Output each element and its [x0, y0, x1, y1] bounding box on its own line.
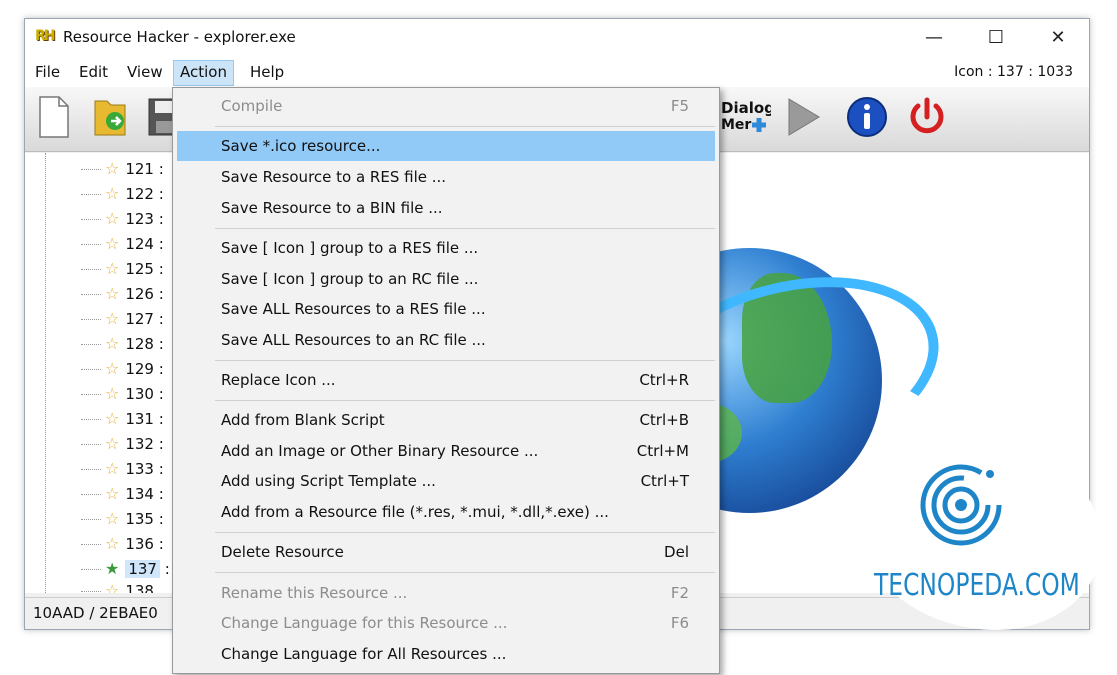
tree-item[interactable]: ☆ 129 :: [81, 357, 164, 381]
menu-item-save-group-res[interactable]: Save [ Icon ] group to a RES file ...: [177, 233, 715, 263]
star-icon: ☆: [105, 159, 120, 178]
star-icon: ☆: [105, 184, 120, 203]
watermark: TECNOPEDA.COM: [860, 440, 1100, 630]
menu-view[interactable]: View: [121, 60, 169, 84]
star-icon: ☆: [105, 359, 120, 378]
menu-item-rename[interactable]: Rename this Resource ... F2: [177, 578, 715, 608]
menu-separator: [215, 228, 715, 229]
tree-item[interactable]: ☆ 122 :: [81, 182, 164, 206]
maximize-button[interactable]: ☐: [965, 19, 1027, 57]
tree-item[interactable]: ☆ 123 :: [81, 207, 164, 231]
tree-item[interactable]: ☆ 132 :: [81, 432, 164, 456]
tree-item[interactable]: ☆ 130 :: [81, 382, 164, 406]
menu-item-replace-icon[interactable]: Replace Icon ... Ctrl+R: [177, 365, 715, 395]
star-icon: ★: [105, 559, 120, 578]
tree-item[interactable]: ☆ 127 :: [81, 307, 164, 331]
tree-item[interactable]: ☆ 131 :: [81, 407, 164, 431]
star-icon: ☆: [105, 209, 120, 228]
watermark-text: TECNOPEDA.COM: [874, 568, 1080, 603]
menu-item-add-template[interactable]: Add using Script Template ... Ctrl+T: [177, 466, 715, 496]
menu-help[interactable]: Help: [244, 60, 290, 84]
star-icon: ☆: [105, 234, 120, 253]
minimize-button[interactable]: —: [903, 19, 965, 57]
close-button[interactable]: ✕: [1027, 19, 1089, 57]
menu-item-change-language[interactable]: Change Language for this Resource ... F6: [177, 608, 715, 638]
open-icon[interactable]: [91, 95, 135, 141]
menu-item-compile[interactable]: Compile F5: [177, 91, 715, 121]
tree-item[interactable]: ☆ 135 :: [81, 507, 164, 531]
star-icon: ☆: [105, 409, 120, 428]
action-menu-dropdown: Compile F5 Save *.ico resource... Save Re…: [172, 87, 720, 674]
star-icon: ☆: [105, 484, 120, 503]
menu-item-save-all-res[interactable]: Save ALL Resources to a RES file ...: [177, 294, 715, 324]
menu-file[interactable]: File: [29, 60, 66, 84]
tree-item[interactable]: ☆ 121 :: [81, 157, 164, 181]
star-icon: ☆: [105, 534, 120, 553]
tree-item[interactable]: ☆ 125 :: [81, 257, 164, 281]
menu-separator: [215, 572, 715, 573]
menu-separator: [215, 360, 715, 361]
star-icon: ☆: [105, 284, 120, 303]
star-icon: ☆: [105, 384, 120, 403]
info-icon[interactable]: [845, 95, 889, 141]
menu-item-add-binary[interactable]: Add an Image or Other Binary Resource ..…: [177, 436, 715, 466]
tree-item[interactable]: ☆ 128 :: [81, 332, 164, 356]
title-bar: RH Resource Hacker - explorer.exe — ☐ ✕: [25, 19, 1089, 57]
menu-edit[interactable]: Edit: [73, 60, 114, 84]
offset-status: 10AAD / 2EBAE0: [33, 604, 158, 622]
menu-item-save-bin[interactable]: Save Resource to a BIN file ...: [177, 193, 715, 223]
tree-item[interactable]: ☆ 136 :: [81, 532, 164, 556]
tree-item[interactable]: ☆ 124 :: [81, 232, 164, 256]
tree-connector: [45, 153, 47, 593]
menu-item-change-language-all[interactable]: Change Language for All Resources ...: [177, 639, 715, 669]
dialog-merge-icon[interactable]: Dialog Mer: [719, 95, 775, 141]
menu-item-delete[interactable]: Delete Resource Del: [177, 537, 715, 567]
star-icon: ☆: [105, 581, 120, 593]
app-logo-icon: RH: [35, 28, 56, 44]
tree-item-selected[interactable]: ★ 137 :: [81, 557, 170, 581]
menu-item-save-group-rc[interactable]: Save [ Icon ] group to an RC file ...: [177, 264, 715, 294]
menu-separator: [215, 126, 715, 127]
dialog-label-line1: Dialog: [721, 99, 771, 117]
menu-item-add-blank-script[interactable]: Add from Blank Script Ctrl+B: [177, 405, 715, 435]
menu-action[interactable]: Action: [173, 60, 234, 86]
menu-separator: [215, 400, 715, 401]
window-title: Resource Hacker - explorer.exe: [63, 28, 296, 46]
tree-item[interactable]: ☆ 138: [81, 579, 154, 593]
dialog-label-line2: Mer: [721, 117, 751, 133]
tree-item[interactable]: ☆ 134 :: [81, 482, 164, 506]
tree-item[interactable]: ☆ 126 :: [81, 282, 164, 306]
menu-item-save-res[interactable]: Save Resource to a RES file ...: [177, 162, 715, 192]
run-script-icon[interactable]: [783, 95, 827, 141]
star-icon: ☆: [105, 459, 120, 478]
tecnopeda-logo-icon: [920, 464, 1002, 546]
menu-item-add-resource-file[interactable]: Add from a Resource file (*.res, *.mui, …: [177, 497, 715, 527]
menu-item-save-ico[interactable]: Save *.ico resource...: [177, 131, 715, 161]
power-icon[interactable]: [905, 95, 949, 141]
new-file-icon[interactable]: [37, 95, 81, 141]
resource-status: Icon : 137 : 1033: [954, 64, 1073, 80]
star-icon: ☆: [105, 309, 120, 328]
star-icon: ☆: [105, 334, 120, 353]
menu-bar: File Edit View Action Help Icon : 137 : …: [25, 57, 1089, 87]
menu-separator: [215, 532, 715, 533]
menu-item-save-all-rc[interactable]: Save ALL Resources to an RC file ...: [177, 325, 715, 355]
star-icon: ☆: [105, 509, 120, 528]
star-icon: ☆: [105, 259, 120, 278]
tree-item[interactable]: ☆ 133 :: [81, 457, 164, 481]
star-icon: ☆: [105, 434, 120, 453]
